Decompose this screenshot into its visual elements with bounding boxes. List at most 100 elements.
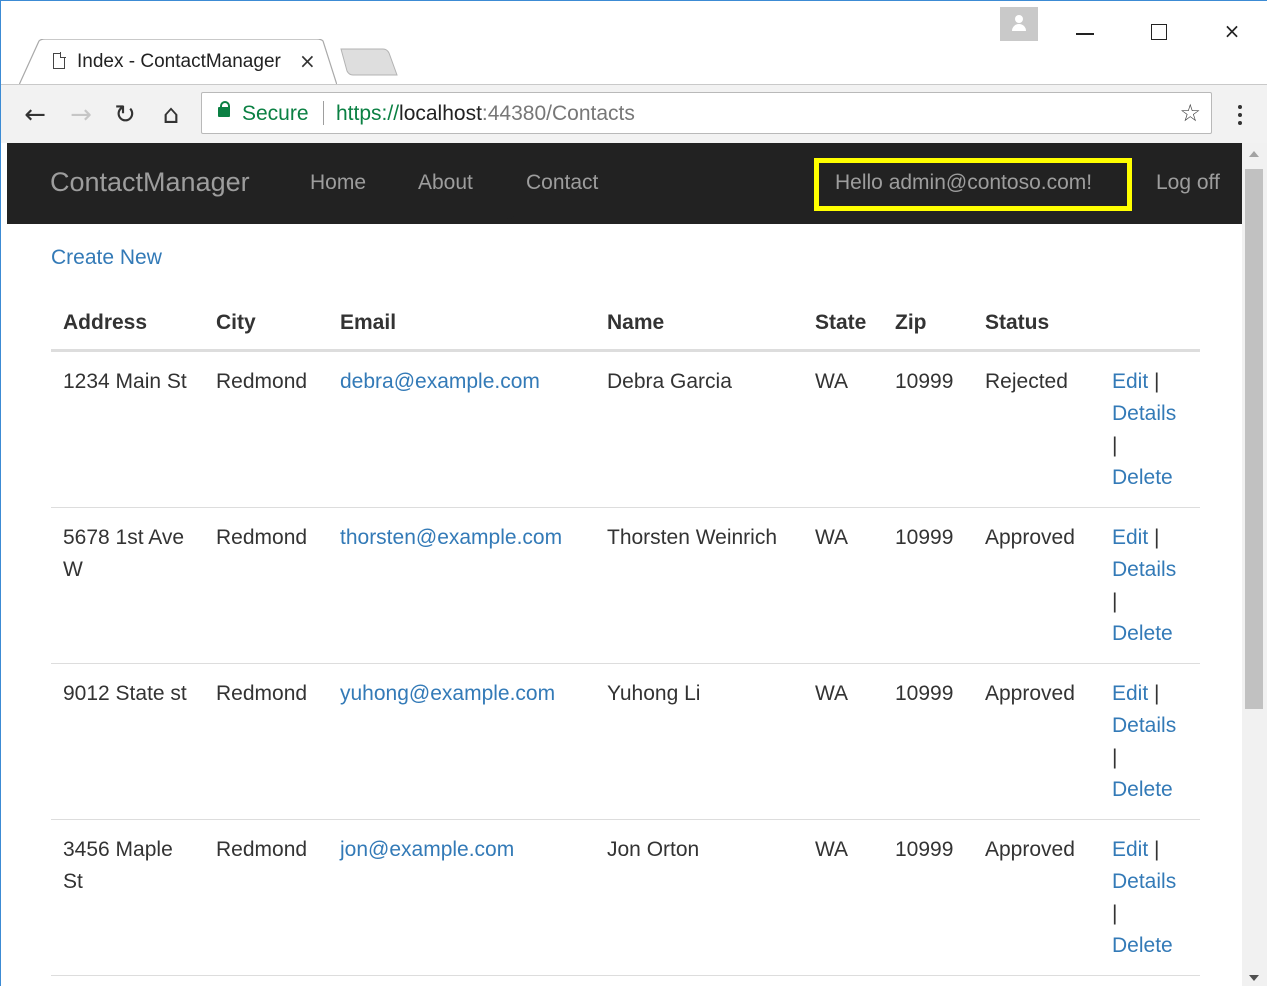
- nav-contact-link[interactable]: Contact: [526, 171, 598, 195]
- scroll-thumb[interactable]: [1245, 169, 1263, 709]
- cell-state: WA: [803, 819, 883, 976]
- forward-arrow-icon[interactable]: →: [63, 97, 99, 133]
- header-actions: [1100, 294, 1200, 352]
- cell-name: Thorsten Weinrich: [595, 507, 803, 664]
- secure-label: Secure: [242, 102, 309, 125]
- cell-email: jon@example.com: [328, 819, 595, 976]
- scroll-up-arrow-icon[interactable]: [1249, 151, 1259, 157]
- contacts-table: Address City Email Name State Zip Status…: [51, 294, 1200, 976]
- cell-zip: 10999: [883, 507, 973, 664]
- action-separator: |: [1154, 369, 1160, 393]
- edit-line: Edit |: [1112, 366, 1188, 398]
- address-bar[interactable]: Secure https://localhost:44380/Contacts …: [201, 92, 1212, 134]
- delete-line: Delete: [1112, 618, 1188, 650]
- edit-link[interactable]: Edit: [1112, 682, 1148, 705]
- cell-city: Redmond: [204, 507, 328, 664]
- cell-address: 9012 State st: [51, 663, 204, 820]
- page-icon: [53, 52, 66, 69]
- title-bar: Index - ContactManager × ×: [1, 1, 1267, 85]
- reload-icon[interactable]: ↻: [107, 97, 143, 133]
- scroll-down-arrow-icon[interactable]: [1249, 975, 1259, 981]
- lock-icon: [218, 101, 230, 117]
- header-zip: Zip: [883, 294, 973, 352]
- browser-tab[interactable]: Index - ContactManager ×: [19, 39, 337, 85]
- delete-link[interactable]: Delete: [1112, 778, 1173, 801]
- nav-about-link[interactable]: About: [418, 171, 473, 195]
- hidden-heading-fragment: [457, 215, 517, 227]
- cell-actions: Edit | Details | Delete: [1100, 507, 1200, 664]
- email-link[interactable]: debra@example.com: [340, 370, 540, 393]
- action-separator: |: [1112, 589, 1118, 613]
- action-separator: |: [1112, 901, 1118, 925]
- browser-toolbar: ← → ↻ ⌂ Secure https://localhost:44380/C…: [1, 84, 1267, 143]
- cell-status: Approved: [973, 819, 1100, 976]
- table-body: 1234 Main St Redmond debra@example.com Debr…: [51, 350, 1200, 976]
- details-line: Details: [1112, 710, 1188, 742]
- cell-address: 3456 Maple St: [51, 819, 204, 976]
- tab-close-icon[interactable]: ×: [299, 49, 316, 73]
- header-city: City: [204, 294, 328, 352]
- delete-link[interactable]: Delete: [1112, 622, 1173, 645]
- address-divider: [323, 101, 324, 125]
- nav-home-link[interactable]: Home: [310, 171, 366, 195]
- cell-name: Yuhong Li: [595, 663, 803, 820]
- action-separator: |: [1112, 433, 1118, 457]
- home-icon[interactable]: ⌂: [153, 97, 189, 133]
- delete-link[interactable]: Delete: [1112, 466, 1173, 489]
- details-link[interactable]: Details: [1112, 402, 1176, 425]
- delete-line: Delete: [1112, 930, 1188, 962]
- back-arrow-icon[interactable]: ←: [17, 97, 53, 133]
- edit-link[interactable]: Edit: [1112, 838, 1148, 861]
- brand-link[interactable]: ContactManager: [50, 167, 250, 198]
- cell-zip: 10999: [883, 350, 973, 508]
- action-separator: |: [1154, 525, 1160, 549]
- cell-address: 1234 Main St: [51, 350, 204, 508]
- new-tab-button[interactable]: [339, 47, 399, 77]
- details-link[interactable]: Details: [1112, 870, 1176, 893]
- vertical-scrollbar[interactable]: [1242, 143, 1267, 986]
- header-address: Address: [51, 294, 204, 352]
- details-link[interactable]: Details: [1112, 714, 1176, 737]
- header-status: Status: [973, 294, 1100, 352]
- cell-city: Redmond: [204, 663, 328, 820]
- cell-state: WA: [803, 350, 883, 508]
- cell-status: Rejected: [973, 350, 1100, 508]
- edit-link[interactable]: Edit: [1112, 526, 1148, 549]
- profile-icon[interactable]: [1000, 7, 1038, 41]
- cell-city: Redmond: [204, 819, 328, 976]
- cell-zip: 10999: [883, 819, 973, 976]
- email-link[interactable]: yuhong@example.com: [340, 682, 555, 705]
- url-text[interactable]: https://localhost:44380/Contacts: [336, 102, 635, 126]
- minimize-icon[interactable]: [1065, 11, 1105, 51]
- create-new-link[interactable]: Create New: [51, 246, 162, 270]
- tab-title: Index - ContactManager: [77, 51, 281, 72]
- details-link[interactable]: Details: [1112, 558, 1176, 581]
- close-icon[interactable]: ×: [1212, 11, 1252, 51]
- table-row: 3456 Maple St Redmond jon@example.com Jon O…: [51, 819, 1200, 976]
- header-name: Name: [595, 294, 803, 352]
- site-navbar: ContactManager Home About Contact Hello …: [7, 143, 1242, 224]
- cell-name: Debra Garcia: [595, 350, 803, 508]
- edit-line: Edit |: [1112, 522, 1188, 554]
- menu-dots-icon[interactable]: [1225, 97, 1255, 133]
- log-off-link[interactable]: Log off: [1156, 171, 1220, 195]
- hello-user-link[interactable]: Hello admin@contoso.com!: [835, 171, 1092, 195]
- table-row: 9012 State st Redmond yuhong@example.com Yu…: [51, 663, 1200, 820]
- maximize-icon[interactable]: [1139, 11, 1179, 51]
- delete-link[interactable]: Delete: [1112, 934, 1173, 957]
- email-link[interactable]: thorsten@example.com: [340, 526, 562, 549]
- email-link[interactable]: jon@example.com: [340, 838, 514, 861]
- cell-name: Jon Orton: [595, 819, 803, 976]
- edit-line: Edit |: [1112, 678, 1188, 710]
- header-state: State: [803, 294, 883, 352]
- cell-actions: Edit | Details | Delete: [1100, 819, 1200, 976]
- edit-link[interactable]: Edit: [1112, 370, 1148, 393]
- delete-line: Delete: [1112, 774, 1188, 806]
- star-icon[interactable]: ☆: [1179, 99, 1201, 127]
- page-viewport: ContactManager Home About Contact Hello …: [7, 143, 1242, 986]
- cell-email: debra@example.com: [328, 350, 595, 508]
- cell-actions: Edit | Details | Delete: [1100, 663, 1200, 820]
- table-row: 1234 Main St Redmond debra@example.com Debr…: [51, 350, 1200, 508]
- cell-zip: 10999: [883, 663, 973, 820]
- details-line: Details: [1112, 554, 1188, 586]
